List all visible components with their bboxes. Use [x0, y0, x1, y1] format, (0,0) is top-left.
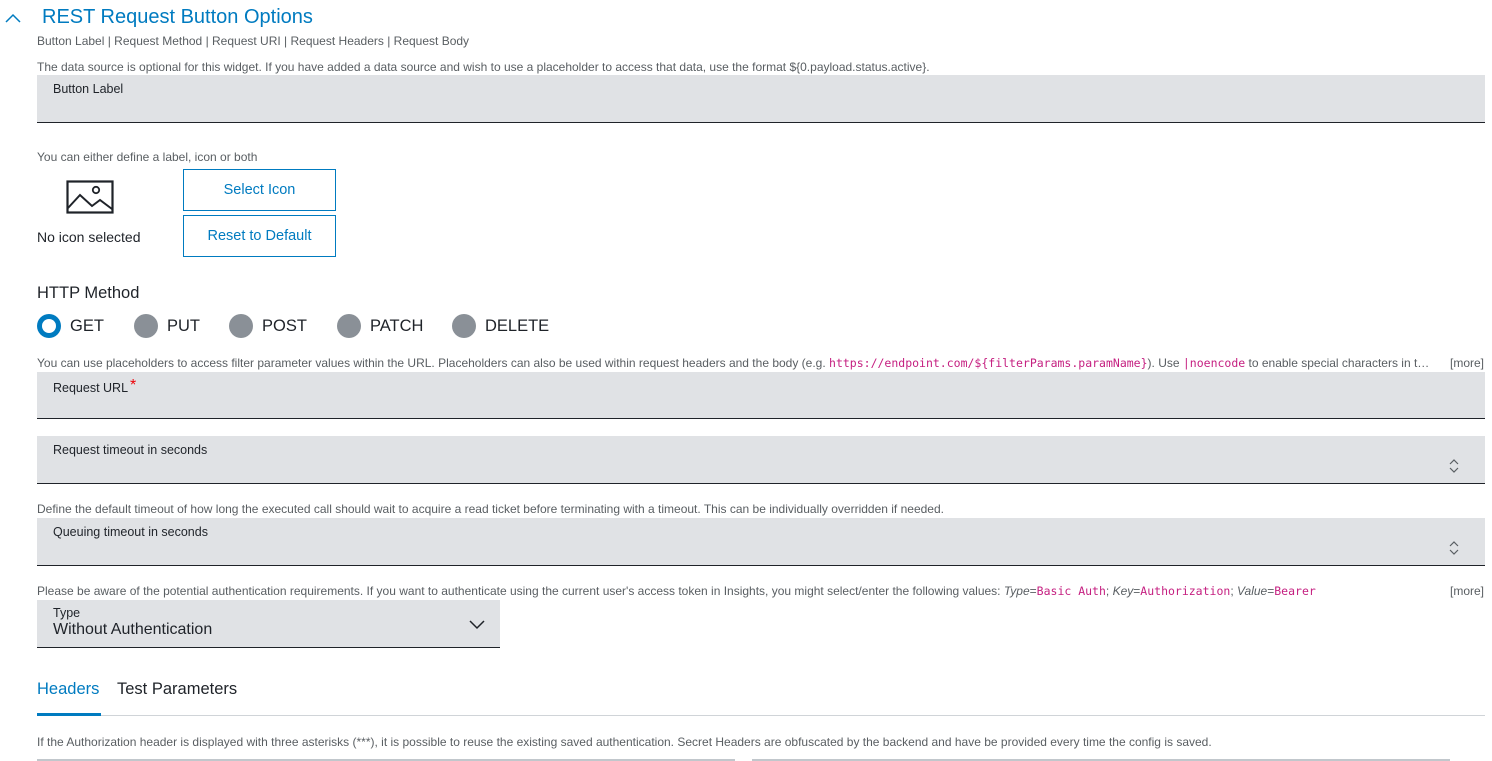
number-spinner-icon[interactable] — [1449, 540, 1459, 556]
request-timeout-input[interactable] — [53, 459, 1445, 479]
radio-unchecked-icon[interactable] — [134, 314, 158, 338]
chevron-down-icon[interactable] — [468, 616, 486, 634]
radio-delete[interactable]: DELETE — [452, 313, 549, 339]
button-label-input[interactable] — [53, 98, 1445, 118]
radio-put[interactable]: PUT — [134, 313, 200, 339]
request-url-field[interactable]: Request URL * — [37, 372, 1485, 419]
icon-hint: You can either define a label, icon or b… — [37, 150, 258, 164]
radio-post[interactable]: POST — [229, 313, 307, 339]
active-tab-indicator — [37, 713, 101, 716]
section-title: REST Request Button Options — [42, 6, 313, 28]
radio-label-patch: PATCH — [370, 316, 424, 335]
radio-patch[interactable]: PATCH — [337, 313, 423, 339]
tab-test-parameters[interactable]: Test Parameters — [117, 680, 237, 699]
url-hint-more-link[interactable]: [more] — [1450, 356, 1484, 370]
chevron-up-icon[interactable] — [4, 9, 22, 27]
radio-label-get: GET — [70, 316, 104, 335]
type-select-label: Type — [53, 606, 81, 620]
headers-hint: If the Authorization header is displayed… — [37, 735, 1212, 749]
section-subtitle: Button Label | Request Method | Request … — [37, 34, 470, 48]
queue-hint: Define the default timeout of how long t… — [37, 502, 944, 516]
url-hint: You can use placeholders to access filte… — [37, 356, 1435, 370]
request-url-input[interactable] — [53, 394, 1445, 414]
auth-hint: Please be aware of the potential authent… — [37, 584, 1316, 598]
no-icon-text: No icon selected — [37, 229, 141, 245]
auth-hint-more-link[interactable]: [more] — [1450, 584, 1484, 598]
section-header: REST Request Button Options Button Label… — [0, 0, 1492, 48]
radio-checked-icon[interactable] — [37, 314, 61, 338]
radio-unchecked-icon[interactable] — [452, 314, 476, 338]
radio-unchecked-icon[interactable] — [229, 314, 253, 338]
request-timeout-field[interactable]: Request timeout in seconds — [37, 436, 1485, 484]
radio-label-delete: DELETE — [485, 316, 550, 335]
image-placeholder-icon — [66, 180, 114, 214]
button-label-field[interactable]: Button Label — [37, 75, 1485, 123]
button-label-field-label: Button Label — [53, 82, 124, 96]
radio-get[interactable]: GET — [37, 313, 104, 339]
datasource-hint: The data source is optional for this wid… — [37, 60, 930, 74]
queue-timeout-input[interactable] — [53, 541, 1445, 561]
queue-timeout-field[interactable]: Queuing timeout in seconds — [37, 518, 1485, 566]
type-select-value: Without Authentication — [53, 621, 213, 638]
select-icon-button[interactable]: Select Icon — [183, 169, 336, 211]
radio-unchecked-icon[interactable] — [337, 314, 361, 338]
request-timeout-field-label: Request timeout in seconds — [53, 443, 208, 457]
required-asterisk: * — [130, 377, 137, 394]
tabs-divider — [37, 715, 1485, 716]
type-select[interactable]: Type Without Authentication — [37, 600, 500, 648]
radio-label-post: POST — [262, 316, 307, 335]
http-method-label: HTTP Method — [37, 284, 140, 302]
number-spinner-icon[interactable] — [1449, 458, 1459, 474]
reset-to-default-button[interactable]: Reset to Default — [183, 215, 336, 257]
queue-timeout-field-label: Queuing timeout in seconds — [53, 525, 208, 539]
tab-headers[interactable]: Headers — [37, 680, 99, 699]
radio-label-put: PUT — [167, 316, 200, 335]
